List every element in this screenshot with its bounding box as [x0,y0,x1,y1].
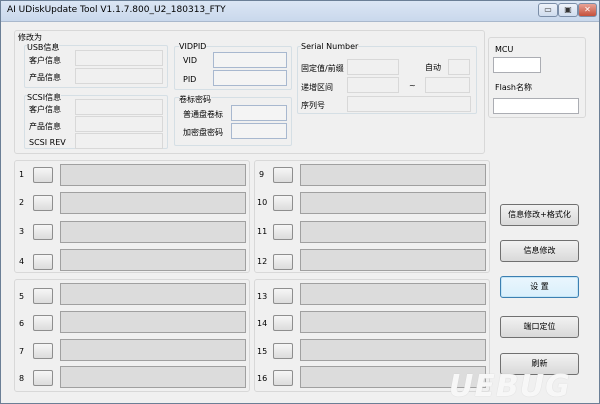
slot-button[interactable] [33,343,53,359]
slot-status-field [60,283,246,305]
slot-button[interactable] [273,195,293,211]
maximize-button[interactable]: ▣ [558,3,578,17]
slot-number: 13 [257,292,268,301]
slot-status-field [300,249,486,271]
slot-status-field [60,366,246,388]
scsi-rev-label: SCSI REV [29,138,66,147]
serial-range-tilde: ~ [409,81,416,90]
serial-range-label: 递增区间 [301,83,333,92]
slot-number: 12 [257,257,268,266]
slot-number: 6 [19,319,25,328]
slot-status-field [300,164,486,186]
slot-status-field [60,339,246,361]
slot-button[interactable] [273,370,293,386]
watermark-logo: UEBUG [449,369,571,404]
slot-status-field [300,283,486,305]
pid-field[interactable] [213,70,287,86]
slot-button[interactable] [33,254,53,270]
modify-info-button[interactable]: 信息修改 [500,240,579,262]
slot-status-field [300,192,486,214]
slot-number: 8 [19,374,25,383]
slot-button[interactable] [273,288,293,304]
slot-status-field [60,249,246,271]
scsi-product-field[interactable] [75,116,163,132]
slot-status-field [60,221,246,243]
main-window: AI UDiskUpdate Tool V1.1.7.800_U2_180313… [0,0,600,404]
slot-button[interactable] [33,195,53,211]
slot-number: 3 [19,227,25,236]
slot-button[interactable] [33,224,53,240]
slot-number: 2 [19,198,25,207]
slot-status-field [60,311,246,333]
normal-volume-field[interactable] [231,105,287,121]
slot-button[interactable] [273,254,293,270]
slot-status-field [60,192,246,214]
serial-auto-field[interactable] [448,59,470,75]
vid-label: VID [183,56,197,65]
serial-range-start-field[interactable] [347,77,399,93]
modify-format-button[interactable]: 信息修改+格式化 [500,204,579,226]
slot-button[interactable] [33,315,53,331]
slot-status-field [60,164,246,186]
usb-product-label: 产品信息 [29,73,61,82]
port-locate-button[interactable]: 端口定位 [500,316,579,338]
slot-number: 4 [19,257,25,266]
slot-number: 9 [259,170,265,179]
serial-range-end-field[interactable] [425,77,470,93]
serial-number-field[interactable] [347,96,471,112]
slot-number: 11 [257,227,268,236]
slot-status-field [300,339,486,361]
slot-number: 15 [257,347,268,356]
mcu-field[interactable] [493,57,541,73]
serial-auto-label: 自动 [425,63,441,72]
usb-customer-field[interactable] [75,50,163,66]
slot-status-field [300,221,486,243]
minimize-button[interactable]: ▭ [538,3,558,17]
slot-number: 1 [19,170,25,179]
scsi-group-title: SCSI信息 [27,92,62,103]
serial-fixed-label: 固定值/前缀 [301,64,344,73]
scsi-rev-field[interactable] [75,133,163,149]
slot-number: 16 [257,374,268,383]
encrypted-password-field[interactable] [231,123,287,139]
vid-field[interactable] [213,52,287,68]
slot-number: 5 [19,292,25,301]
scsi-customer-field[interactable] [75,99,163,115]
scsi-product-label: 产品信息 [29,122,61,131]
slot-status-field [300,311,486,333]
pid-label: PID [183,75,197,84]
serial-fixed-field[interactable] [347,59,399,75]
flash-name-label: Flash名称 [495,83,532,92]
serial-number-label: 序列号 [301,101,325,110]
volume-group-title: 卷标密码 [179,94,211,105]
vidpid-group-title: VIDPID [179,42,207,51]
slot-button[interactable] [33,370,53,386]
slot-button[interactable] [273,315,293,331]
encrypted-password-label: 加密盘密码 [183,128,223,137]
slot-number: 7 [19,347,25,356]
slot-button[interactable] [273,167,293,183]
usb-customer-label: 客户信息 [29,56,61,65]
serial-group-title: Serial Number [301,42,359,51]
normal-volume-label: 普通盘卷标 [183,110,223,119]
slot-button[interactable] [273,224,293,240]
title-bar: AI UDiskUpdate Tool V1.1.7.800_U2_180313… [1,1,599,22]
window-title: AI UDiskUpdate Tool V1.1.7.800_U2_180313… [7,5,226,15]
slot-number: 14 [257,319,268,328]
slot-button[interactable] [33,288,53,304]
close-button[interactable]: ✕ [578,3,597,17]
slot-number: 10 [257,198,268,207]
slot-button[interactable] [273,343,293,359]
flash-name-field[interactable] [493,98,579,114]
slot-button[interactable] [33,167,53,183]
settings-button[interactable]: 设 置 [500,276,579,298]
usb-group-title: USB信息 [27,42,60,53]
scsi-customer-label: 客户信息 [29,105,61,114]
usb-product-field[interactable] [75,68,163,84]
mcu-label: MCU [495,45,514,54]
